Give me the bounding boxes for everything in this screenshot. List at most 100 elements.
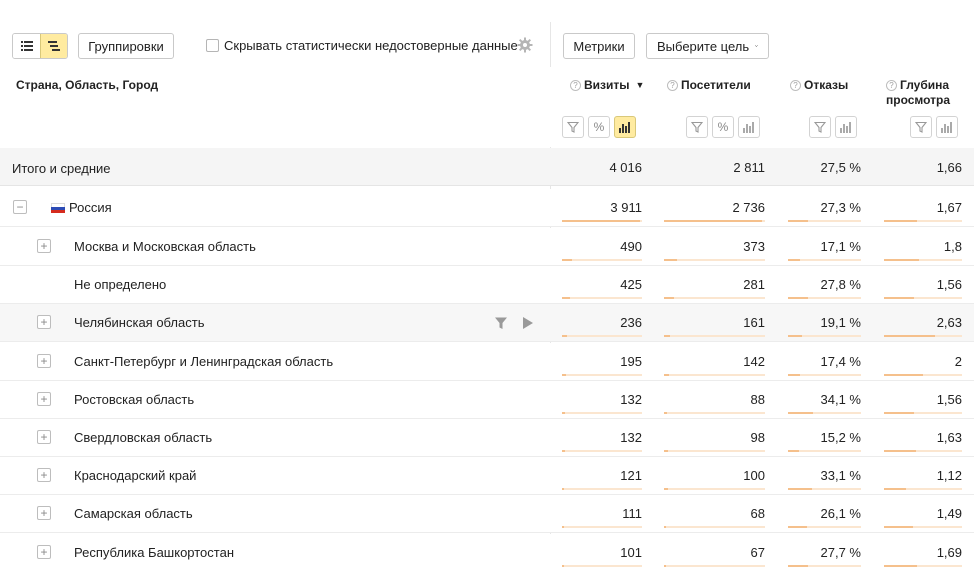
cell-depth: 2 <box>954 353 962 369</box>
column-filter-button[interactable] <box>809 116 831 138</box>
cell-bounce: 26,1 % <box>820 506 861 522</box>
cell-visitors: 161 <box>743 315 765 331</box>
row-label[interactable]: Россия <box>69 200 112 215</box>
row-label[interactable]: Челябинская область <box>74 315 204 330</box>
row-label[interactable]: Самарская область <box>74 506 193 521</box>
row-label[interactable]: Не определено <box>74 277 166 292</box>
expand-button[interactable]: + <box>37 391 51 406</box>
table-row[interactable]: + Краснодарский край 121 100 33,1 % 1,12 <box>0 457 974 496</box>
expand-button[interactable]: + <box>37 544 51 559</box>
gear-icon[interactable] <box>517 37 533 53</box>
goal-select[interactable]: Выберите цель <box>646 33 769 59</box>
groupings-button[interactable]: Группировки <box>78 33 174 59</box>
flat-view-button[interactable] <box>13 34 40 58</box>
bar-fill-depth <box>884 335 935 338</box>
column-chart-button[interactable] <box>835 116 857 138</box>
table-row[interactable]: + Ростовская область 132 88 34,1 % 1,56 <box>0 380 974 419</box>
play-icon[interactable] <box>522 316 534 330</box>
expand-button[interactable]: + <box>37 353 51 368</box>
metrics-button[interactable]: Метрики <box>563 33 635 59</box>
bar-track-depth <box>884 526 962 529</box>
bar-fill-visits <box>562 220 640 222</box>
percent-icon: % <box>717 120 729 134</box>
bar-fill-depth <box>884 220 917 222</box>
expand-button[interactable]: + <box>37 506 51 521</box>
bar-fill-visits <box>562 297 570 300</box>
table-row[interactable]: + Свердловская область 132 98 15,2 % 1,63 <box>0 419 974 457</box>
bar-fill-depth <box>884 450 916 452</box>
cell-visitors: 100 <box>743 468 765 484</box>
column-chart-button[interactable] <box>614 116 636 138</box>
bar-fill-bounce <box>788 335 802 338</box>
cell-visits: 101 <box>620 544 642 560</box>
row-label[interactable]: Санкт-Петербург и Ленинградская область <box>74 354 333 369</box>
bar-fill-depth <box>884 488 906 491</box>
cell-visitors: 142 <box>743 353 765 369</box>
bar-track-visitors <box>664 373 765 376</box>
expand-button[interactable]: + <box>37 315 51 330</box>
bar-fill-visitors <box>664 259 677 261</box>
column-filter-button[interactable] <box>562 116 584 138</box>
help-icon[interactable]: ? <box>667 80 678 91</box>
row-label[interactable]: Москва и Московская область <box>74 239 256 254</box>
table-row[interactable]: + Москва и Московская область 490 373 17,1 %… <box>0 228 974 266</box>
help-icon[interactable]: ? <box>886 80 897 91</box>
cell-bounce: 17,1 % <box>820 239 861 254</box>
cell-bounce: 33,1 % <box>820 468 861 484</box>
collapse-button[interactable]: − <box>13 200 27 214</box>
cell-depth: 1,49 <box>936 506 962 522</box>
table-row[interactable]: + Самарская область 111 68 26,1 % 1,49 <box>0 495 974 534</box>
row-label[interactable]: Ростовская область <box>74 392 194 407</box>
bar-track-bounce <box>788 373 861 376</box>
help-icon[interactable]: ? <box>790 80 801 91</box>
cell-visits: 236 <box>620 315 642 331</box>
bar-track-visits <box>562 259 642 261</box>
cell-depth: 2,63 <box>936 315 962 331</box>
expand-button[interactable]: + <box>37 239 51 253</box>
filter-icon <box>814 121 826 133</box>
cell-bounce: 27,8 % <box>820 277 861 293</box>
expand-button[interactable]: + <box>37 468 51 483</box>
bar-track-depth <box>884 373 962 376</box>
bar-track-bounce <box>788 564 861 567</box>
cell-depth: 1,56 <box>936 391 962 407</box>
cell-visitors: 281 <box>743 277 765 293</box>
bar-track-depth <box>884 564 962 567</box>
column-percent-button[interactable]: % <box>588 116 610 138</box>
table-row[interactable]: + Челябинская область 236 161 19,1 % 2,63 <box>0 304 974 343</box>
column-header-visits[interactable]: ? Визиты ▼ <box>570 78 644 93</box>
column-filter-button[interactable] <box>686 116 708 138</box>
tree-view-button[interactable] <box>40 34 67 58</box>
hide-unreliable-option[interactable]: Скрывать статистически недостоверные дан… <box>206 38 518 53</box>
expand-button[interactable]: + <box>37 430 51 444</box>
bar-fill-bounce <box>788 259 800 261</box>
row-label[interactable]: Свердловская область <box>74 430 212 445</box>
help-icon[interactable]: ? <box>570 80 581 91</box>
sort-desc-icon: ▼ <box>635 80 645 90</box>
column-filter-button[interactable] <box>910 116 932 138</box>
table-row[interactable]: + Республика Башкортостан 101 67 27,7 % 1,69 <box>0 533 974 570</box>
column-percent-button[interactable]: % <box>712 116 734 138</box>
table-row[interactable]: Не определено 425 281 27,8 % 1,56 <box>0 266 974 305</box>
column-chart-button[interactable] <box>936 116 958 138</box>
column-header-bounce[interactable]: ? Отказы <box>790 78 848 93</box>
bar-fill-visits <box>562 259 572 261</box>
table-row[interactable]: + Санкт-Петербург и Ленинградская область… <box>0 342 974 381</box>
hide-unreliable-label: Скрывать статистически недостоверные дан… <box>224 38 518 53</box>
bar-fill-bounce <box>788 373 800 376</box>
dimension-header: Страна, Область, Город <box>16 78 159 92</box>
column-header-visitors[interactable]: ? Посетители <box>667 78 751 93</box>
bar-track-visits <box>562 335 642 338</box>
hide-unreliable-checkbox[interactable] <box>206 39 219 52</box>
bar-track-visits <box>562 411 642 414</box>
filter-icon[interactable] <box>494 316 508 330</box>
table-row-country[interactable]: − Россия 3 911 2 736 27,3 % 1,67 <box>0 189 974 227</box>
cell-visits: 490 <box>620 239 642 254</box>
row-label[interactable]: Краснодарский край <box>74 468 196 483</box>
cell-bounce: 34,1 % <box>820 391 861 407</box>
cell-depth: 1,8 <box>943 239 962 254</box>
row-label[interactable]: Республика Башкортостан <box>74 545 234 560</box>
column-header-depth[interactable]: ? Глубина просмотра <box>886 78 950 108</box>
cell-visitors: 98 <box>750 430 765 445</box>
column-chart-button[interactable] <box>738 116 760 138</box>
